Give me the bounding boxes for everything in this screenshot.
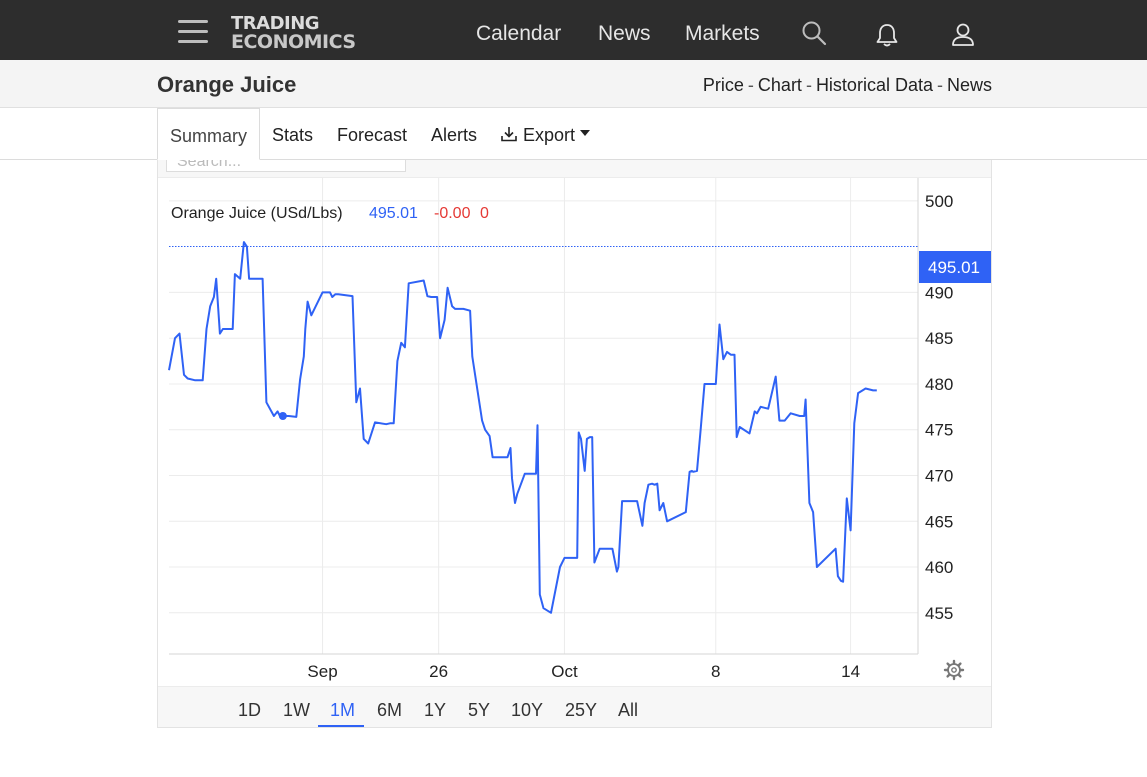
legend-change-pct: 0 [480, 205, 489, 222]
nav-link-calendar[interactable]: Calendar [476, 22, 561, 46]
caret-down-icon [580, 130, 591, 136]
search-icon[interactable] [801, 20, 827, 46]
y-tick-label: 485 [925, 329, 953, 348]
range-button-1y[interactable]: 1Y [424, 700, 446, 721]
y-tick-label: 460 [925, 558, 953, 577]
export-label: Export [523, 125, 576, 145]
range-button-1m[interactable]: 1M [330, 700, 355, 721]
tabs-bar: Summary Stats Forecast Alerts Export [0, 108, 1147, 160]
page-title: Orange Juice [157, 72, 297, 97]
range-button-6m[interactable]: 6M [377, 700, 402, 721]
link-historical-data[interactable]: Historical Data [816, 75, 933, 95]
range-button-25y[interactable]: 25Y [565, 700, 597, 721]
tab-summary[interactable]: Summary [157, 108, 261, 160]
y-tick-label: 475 [925, 421, 953, 440]
page-section-links: Price - Chart - Historical Data - News [703, 75, 992, 96]
price-series-line [168, 241, 877, 614]
range-button-1w[interactable]: 1W [283, 700, 310, 721]
link-price[interactable]: Price [703, 75, 744, 95]
separator: - [936, 75, 943, 95]
y-tick-label: 465 [925, 512, 953, 531]
chart-settings-icon[interactable] [943, 659, 965, 681]
range-button-all[interactable]: All [618, 700, 638, 721]
range-button-5y[interactable]: 5Y [468, 700, 490, 721]
y-tick-label: 455 [925, 604, 953, 623]
range-button-1d[interactable]: 1D [238, 700, 261, 721]
tab-stats[interactable]: Stats [272, 125, 313, 146]
trading-economics-logo[interactable]: TRADING ECONOMICS [231, 14, 376, 52]
price-chart[interactable]: 500 490 485 480 475 470 465 460 455 Sep 26 Oct 8 14 O… [158, 160, 992, 686]
series-point-marker [278, 412, 287, 420]
time-range-selector: 1D 1W 1M 6M 1Y 5Y 10Y 25Y All [158, 686, 991, 727]
nav-link-news[interactable]: News [598, 22, 651, 46]
title-bar: Orange Juice Price - Chart - Historical Data… [0, 60, 1147, 108]
link-chart[interactable]: Chart [758, 75, 802, 95]
x-tick-label: Oct [551, 662, 578, 681]
active-range-indicator [318, 725, 364, 727]
separator: - [747, 75, 754, 95]
separator: - [805, 75, 812, 95]
chart-container: Search... 500 490 485 480 475 470 465 460 455 Sep… [157, 160, 992, 728]
legend-last-value: 495.01 [369, 205, 418, 222]
range-button-10y[interactable]: 10Y [511, 700, 543, 721]
y-tick-label: 470 [925, 467, 953, 486]
bell-icon[interactable] [874, 22, 900, 48]
y-tick-label: 500 [925, 192, 953, 211]
x-tick-label: 26 [429, 662, 448, 681]
x-tick-label: 14 [841, 662, 860, 681]
tab-alerts[interactable]: Alerts [431, 125, 477, 146]
y-tick-label: 480 [925, 375, 953, 394]
export-dropdown[interactable]: Export [500, 125, 591, 146]
current-price-tag-label: 495.01 [928, 258, 980, 277]
logo-line2: ECONOMICS [231, 31, 356, 53]
legend-series-name: Orange Juice (USd/Lbs) [171, 205, 343, 222]
top-navbar: TRADING ECONOMICS Calendar News Markets [0, 0, 1147, 60]
link-news[interactable]: News [947, 75, 992, 95]
hamburger-menu-icon[interactable] [178, 18, 208, 44]
x-tick-label: 8 [711, 662, 720, 681]
legend-change: -0.00 [434, 205, 471, 222]
download-icon [501, 127, 517, 142]
y-tick-label: 490 [925, 283, 953, 302]
tab-forecast[interactable]: Forecast [337, 125, 407, 146]
x-tick-label: Sep [307, 662, 337, 681]
nav-link-markets[interactable]: Markets [685, 22, 760, 46]
user-icon[interactable] [950, 22, 976, 48]
